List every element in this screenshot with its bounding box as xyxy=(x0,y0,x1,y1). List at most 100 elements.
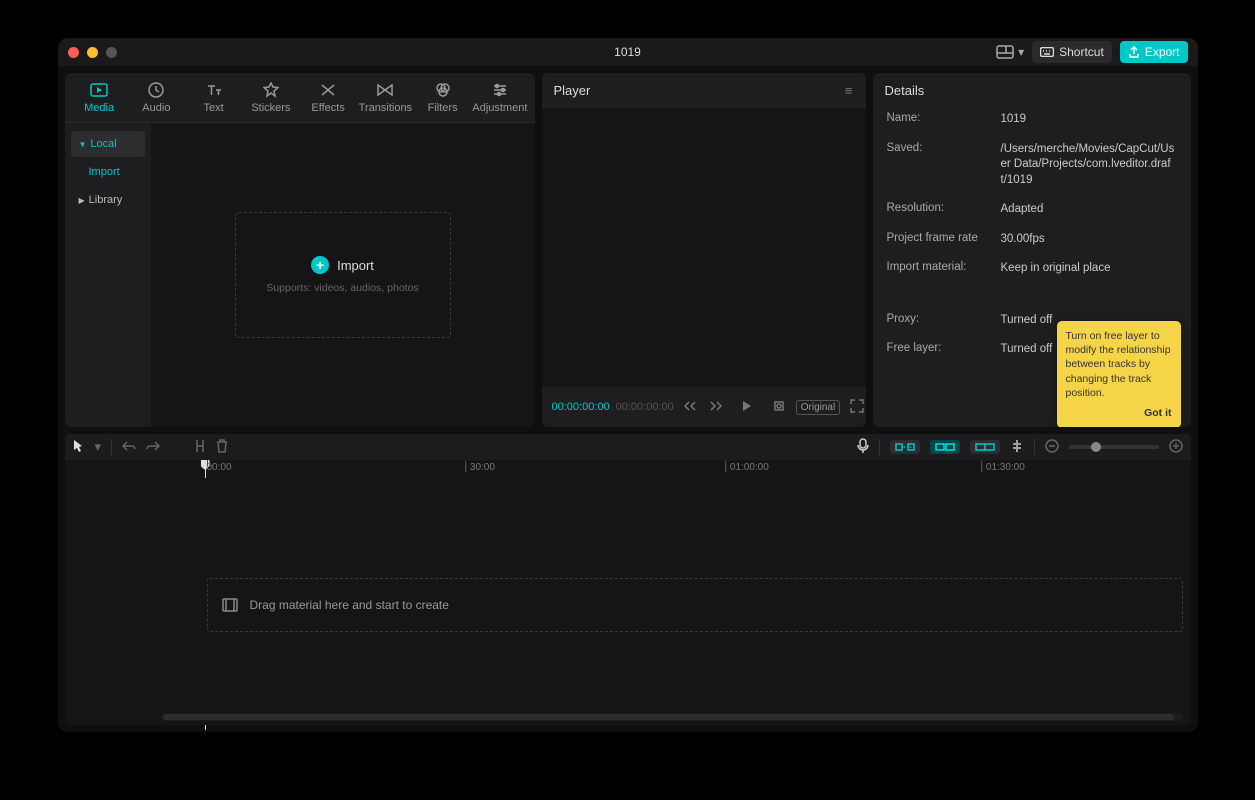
detail-label-framerate: Project frame rate xyxy=(887,232,1001,248)
app-window: 1019 ▾ Shortcut Export Media xyxy=(58,38,1198,732)
fullscreen-button[interactable] xyxy=(846,399,865,416)
export-button[interactable]: Export xyxy=(1120,41,1188,63)
detail-value-resolution: Adapted xyxy=(1001,202,1177,218)
track-mode-2-button[interactable] xyxy=(930,440,960,454)
detail-value-framerate: 30.00fps xyxy=(1001,232,1177,248)
zoom-in-button[interactable] xyxy=(1169,439,1183,456)
details-panel: Details Name:1019 Saved:/Users/merche/Mo… xyxy=(873,73,1191,427)
keyboard-icon xyxy=(1040,47,1054,57)
timeline-body[interactable]: Drag material here and start to create xyxy=(65,478,1191,725)
track-mode-1-button[interactable] xyxy=(890,440,920,454)
player-controls: 00:00:00:00 00:00:00:00 Original xyxy=(542,387,866,427)
ruler-mark: 00:00 xyxy=(207,462,232,473)
tab-text[interactable]: Text xyxy=(185,77,242,122)
ruler-mark: | 01:30:00 xyxy=(981,462,1025,473)
next-frame-button[interactable] xyxy=(706,400,726,414)
tab-audio[interactable]: Audio xyxy=(128,77,185,122)
original-size-button[interactable]: Original xyxy=(796,400,840,415)
tab-filters[interactable]: Filters xyxy=(414,77,471,122)
shortcut-button[interactable]: Shortcut xyxy=(1032,41,1112,63)
sidebar-item-local[interactable]: ▼Local xyxy=(71,131,145,157)
stickers-icon xyxy=(262,81,280,99)
media-tab-bar: Media Audio Text Stickers Effects xyxy=(65,73,535,123)
split-button[interactable] xyxy=(194,439,206,456)
detail-value-saved: /Users/merche/Movies/CapCut/User Data/Pr… xyxy=(1001,142,1177,189)
timecode-total: 00:00:00:00 xyxy=(616,401,674,413)
player-menu-icon[interactable]: ≡ xyxy=(845,83,854,98)
import-supports: Supports: videos, audios, photos xyxy=(266,282,418,294)
import-dropzone[interactable]: + Import Supports: videos, audios, photo… xyxy=(235,212,451,338)
project-title: 1019 xyxy=(614,45,641,59)
zoom-out-button[interactable] xyxy=(1045,439,1059,456)
details-title: Details xyxy=(885,83,925,98)
layout-dropdown[interactable]: ▾ xyxy=(996,45,1024,59)
ruler-mark: | 01:00:00 xyxy=(725,462,769,473)
tab-adjustment[interactable]: Adjustment xyxy=(471,77,528,122)
timecode-current: 00:00:00:00 xyxy=(552,401,610,413)
cursor-dropdown[interactable]: ▾ xyxy=(95,439,102,455)
media-sidebar: ▼Local Import ▶Library xyxy=(65,123,151,427)
tab-transitions[interactable]: Transitions xyxy=(357,77,414,122)
transitions-icon xyxy=(376,81,394,99)
detail-value-name: 1019 xyxy=(1001,112,1177,128)
import-label: Import xyxy=(337,258,374,273)
effects-icon xyxy=(319,81,337,99)
crop-button[interactable] xyxy=(768,399,790,416)
export-label: Export xyxy=(1145,45,1180,59)
detail-label-saved: Saved: xyxy=(887,142,1001,189)
drop-hint: Drag material here and start to create xyxy=(250,598,449,612)
plus-icon: + xyxy=(311,256,329,274)
minimize-window-button[interactable] xyxy=(87,47,98,58)
filters-icon xyxy=(434,81,452,99)
sidebar-item-library[interactable]: ▶Library xyxy=(71,187,145,213)
text-icon xyxy=(205,81,223,99)
clip-icon xyxy=(222,598,238,612)
mic-button[interactable] xyxy=(857,438,869,457)
timeline-toolbar: ▾ xyxy=(65,434,1191,460)
track-mode-3-button[interactable] xyxy=(970,440,1000,454)
free-layer-tooltip: Turn on free layer to modify the relatio… xyxy=(1057,321,1181,427)
media-panel: Media Audio Text Stickers Effects xyxy=(65,73,535,427)
delete-button[interactable] xyxy=(216,439,228,456)
adjustment-icon xyxy=(491,81,509,99)
zoom-slider[interactable] xyxy=(1069,445,1159,449)
media-icon xyxy=(90,81,108,99)
close-window-button[interactable] xyxy=(68,47,79,58)
export-icon xyxy=(1128,46,1140,58)
magnet-button[interactable] xyxy=(1010,439,1024,456)
redo-button[interactable] xyxy=(146,440,160,455)
sidebar-item-import[interactable]: Import xyxy=(71,159,145,185)
player-title: Player xyxy=(554,83,591,98)
tooltip-gotit-button[interactable]: Got it xyxy=(1066,406,1172,420)
player-viewport[interactable] xyxy=(542,108,866,387)
window-controls xyxy=(68,47,117,58)
triangle-right-icon: ▶ xyxy=(79,196,85,205)
play-button[interactable] xyxy=(738,400,756,415)
detail-label-importmat: Import material: xyxy=(887,261,1001,277)
layout-icon xyxy=(996,45,1014,59)
tab-media[interactable]: Media xyxy=(71,77,128,122)
tab-effects[interactable]: Effects xyxy=(300,77,357,122)
detail-label-proxy: Proxy: xyxy=(887,313,1001,329)
ruler-mark: | 30:00 xyxy=(465,462,495,473)
detail-label-name: Name: xyxy=(887,112,1001,128)
audio-icon xyxy=(147,81,165,99)
media-main: + Import Supports: videos, audios, photo… xyxy=(151,123,535,427)
timeline-dropzone[interactable]: Drag material here and start to create xyxy=(207,578,1183,632)
panels-row: Media Audio Text Stickers Effects xyxy=(58,66,1198,434)
detail-value-importmat: Keep in original place xyxy=(1001,261,1177,277)
cursor-tool-button[interactable] xyxy=(73,439,85,456)
titlebar: 1019 ▾ Shortcut Export xyxy=(58,38,1198,66)
detail-label-resolution: Resolution: xyxy=(887,202,1001,218)
undo-button[interactable] xyxy=(122,440,136,455)
detail-label-freelayer: Free layer: xyxy=(887,342,1001,358)
prev-frame-button[interactable] xyxy=(680,400,700,414)
tab-stickers[interactable]: Stickers xyxy=(242,77,299,122)
triangle-down-icon: ▼ xyxy=(79,140,87,149)
timeline-ruler[interactable]: 00:00 | 30:00 | 01:00:00 | 01:30:00 xyxy=(65,460,1191,478)
player-panel: Player ≡ 00:00:00:00 00:00:00:00 xyxy=(542,73,866,427)
chevron-down-icon: ▾ xyxy=(1018,45,1024,59)
maximize-window-button[interactable] xyxy=(106,47,117,58)
timeline-scrollbar[interactable] xyxy=(161,713,1183,721)
shortcut-label: Shortcut xyxy=(1059,45,1104,59)
